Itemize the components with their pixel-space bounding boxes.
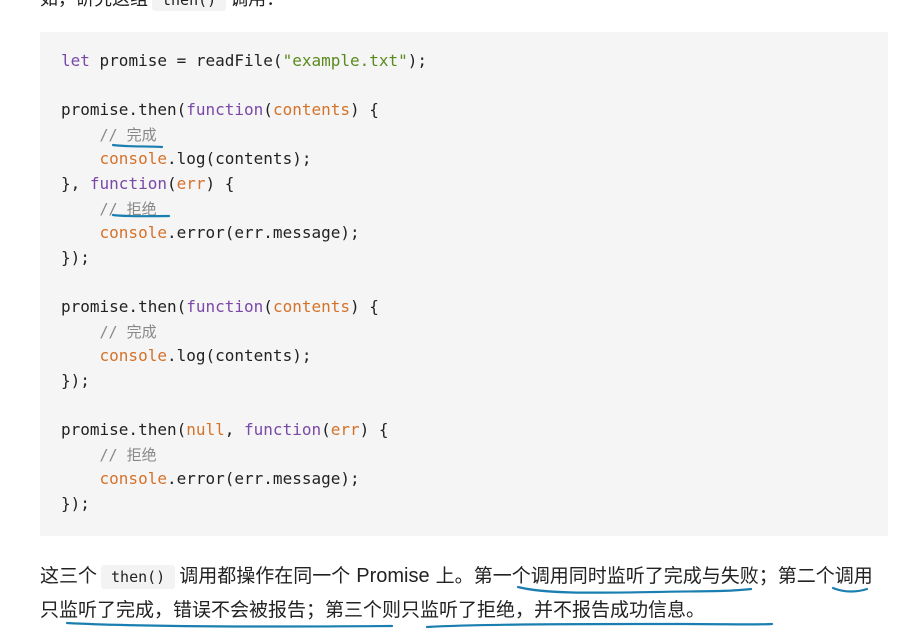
para-part3: 上。 — [435, 565, 474, 587]
para-part1: 这三个 — [40, 565, 98, 587]
code-line-18: console.error(err.message); — [99, 469, 360, 489]
code-line-1: let promise = readFile("example.txt"); — [61, 51, 428, 70]
para-inline-code: then() — [101, 565, 176, 589]
intro-inline-code: then() — [152, 0, 227, 11]
intro-text-after: 调用： — [230, 0, 284, 10]
code-block: let promise = readFile("example.txt"); p… — [40, 32, 888, 536]
code-line-3: promise.then(function(contents) { — [61, 100, 379, 120]
intro-line: 如，研究这组 then()调用： — [40, 0, 284, 12]
code-line-8: console.error(err.message); — [99, 223, 360, 243]
code-line-16: promise.then(null, function(err) { — [61, 419, 389, 439]
code-line-14: }); — [61, 370, 90, 390]
code-line-7: // 拒绝 — [99, 199, 157, 218]
para-promise-word: Promise — [356, 565, 430, 587]
code-line-4: // 完成 — [99, 125, 157, 144]
para-sentence1: 第一个调用同时监听了完成与失败； — [473, 565, 778, 587]
explanation-paragraph: 这三个 then() 调用都操作在同一个 Promise 上。第一个调用同时监听了完… — [40, 560, 890, 627]
para-sentence3: 第三个则只监听了拒绝，并不报告成功信息。 — [325, 599, 706, 621]
code-line-9: }); — [61, 247, 90, 267]
para-part2: 调用都操作在同一个 — [179, 565, 351, 587]
intro-text-before: 如，研究这组 — [40, 0, 148, 10]
code-line-5: console.log(contents); — [99, 149, 312, 169]
para-sentence2-a: 第二 — [777, 565, 816, 587]
code-line-13: console.log(contents); — [99, 346, 312, 366]
code-line-19: }); — [61, 493, 90, 513]
code-line-12: // 完成 — [99, 322, 157, 341]
code-line-11: promise.then(function(contents) { — [61, 296, 379, 316]
code-line-6: }, function(err) { — [61, 173, 235, 193]
code-line-17: // 拒绝 — [99, 445, 157, 464]
